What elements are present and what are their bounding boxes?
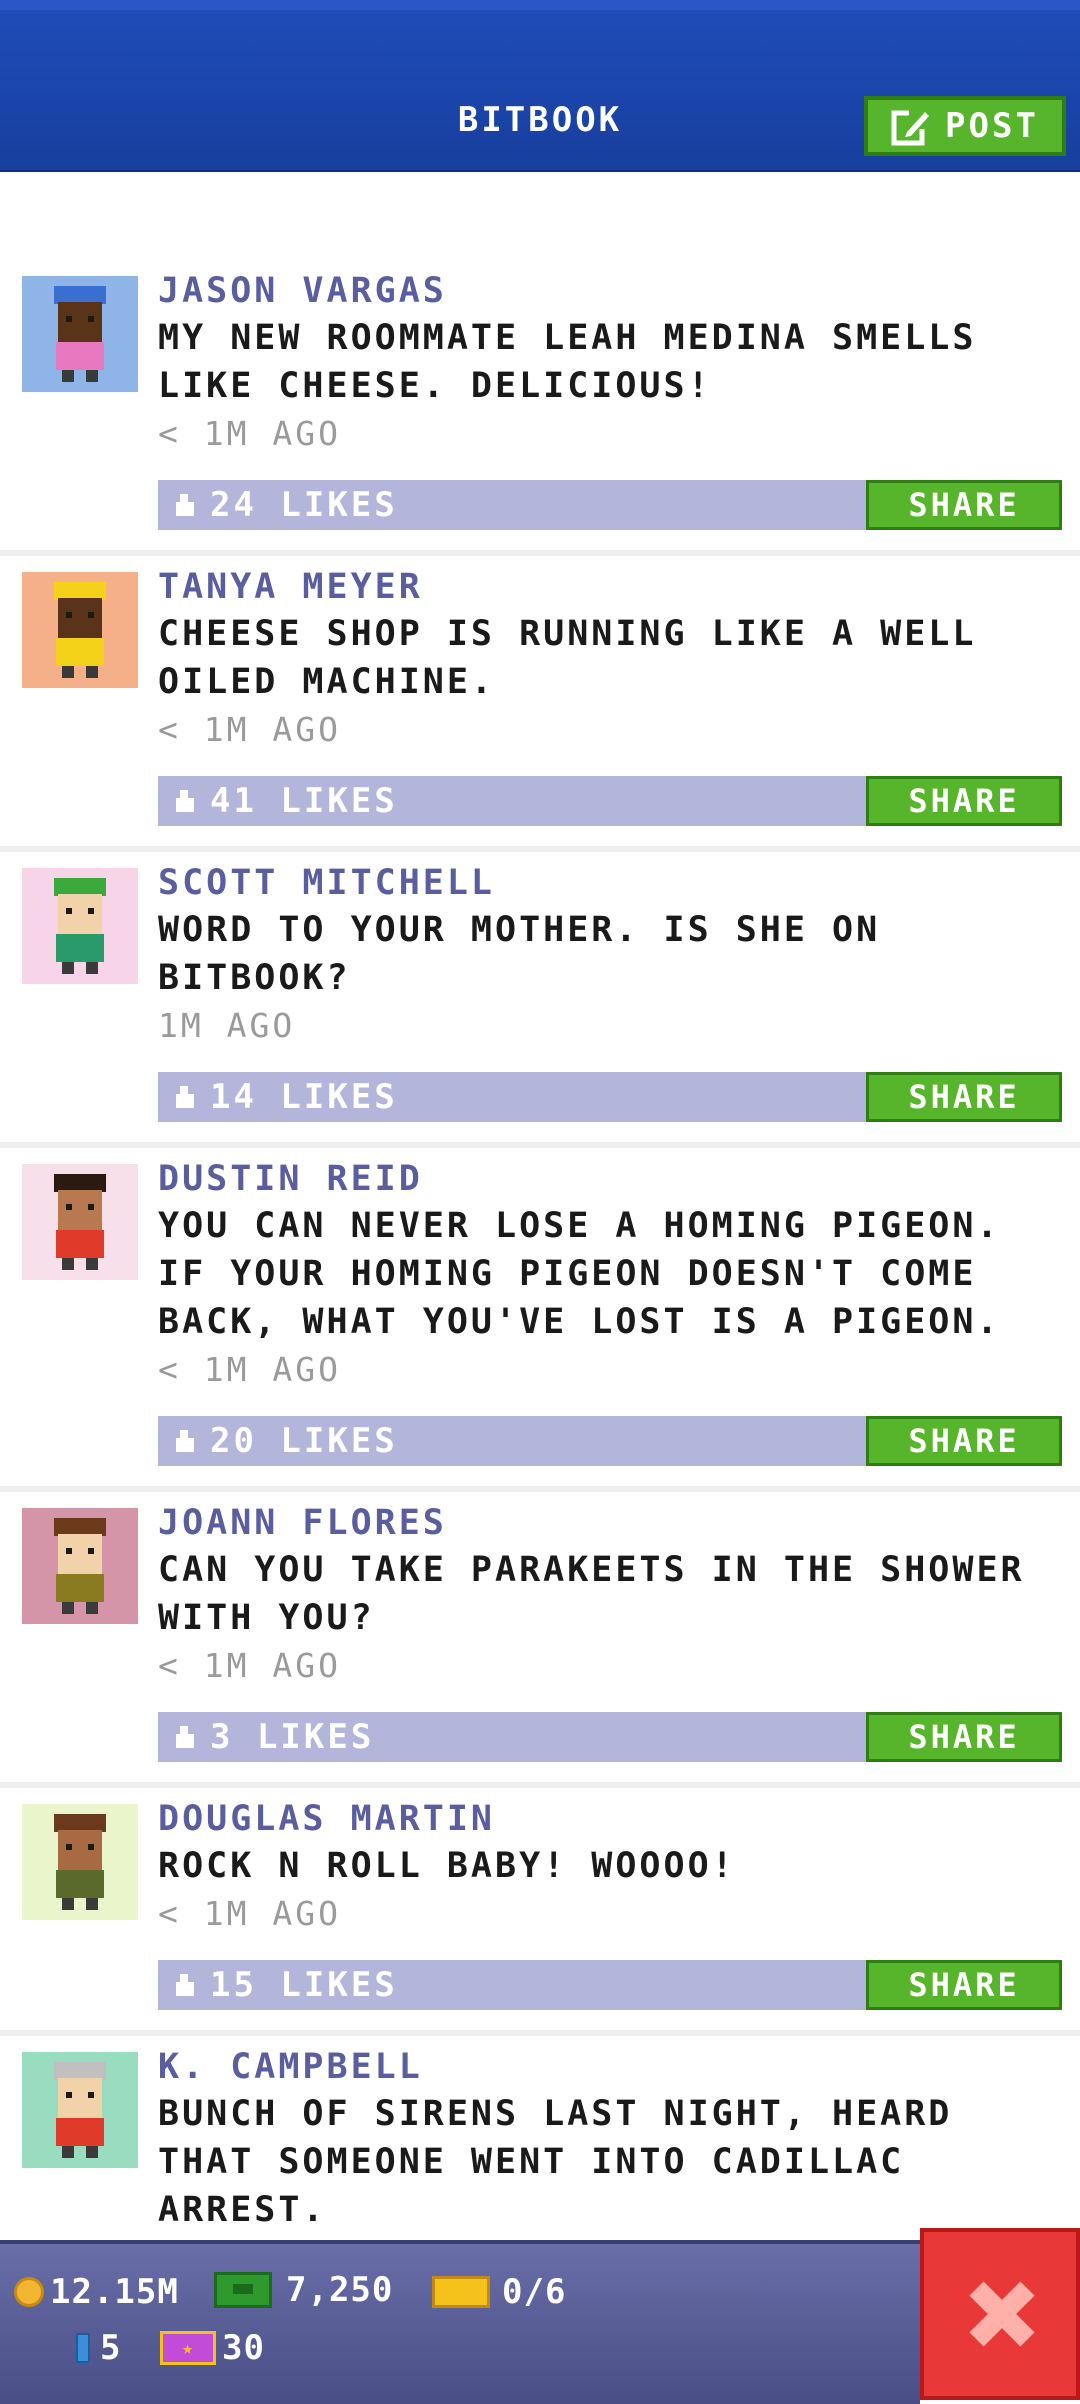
feed-post: JASON VARGAS MY NEW ROOMMATE LEAH MEDINA … — [0, 260, 1080, 556]
avatar[interactable] — [22, 1508, 138, 1624]
share-button[interactable]: SHARE — [866, 480, 1062, 530]
share-button[interactable]: SHARE — [866, 1416, 1062, 1466]
likes-count: 14 LIKES — [210, 1077, 398, 1117]
tickets-value: 0/6 — [502, 2272, 567, 2312]
feed-post: K. CAMPBELL BUNCH OF SIRENS LAST NIGHT, H… — [0, 2036, 1080, 2240]
likes-count: 41 LIKES — [210, 781, 398, 821]
post-timestamp: < 1M AGO — [158, 1350, 341, 1389]
ticket-icon — [432, 2276, 490, 2308]
post-actions: 14 LIKES SHARE — [158, 1072, 1063, 1122]
post-timestamp: 1M AGO — [158, 1006, 296, 1045]
coins-value: 12.15M — [50, 2272, 179, 2312]
post-actions: 15 LIKES SHARE — [158, 1960, 1063, 2010]
feed-post: SCOTT MITCHELL WORD TO YOUR MOTHER. IS SH… — [0, 852, 1080, 1148]
bux-counter: 7,250 — [214, 2270, 393, 2310]
likes-count: 3 LIKES — [210, 1717, 375, 1757]
coins-counter: 12.15M — [14, 2272, 179, 2312]
feed-post: TANYA MEYER CHEESE SHOP IS RUNNING LIKE A… — [0, 556, 1080, 852]
avatar[interactable] — [22, 1164, 138, 1280]
likes-count: 15 LIKES — [210, 1965, 398, 2005]
bux-icon — [214, 2272, 272, 2308]
avatar[interactable] — [22, 572, 138, 688]
post-timestamp: < 1M AGO — [158, 414, 341, 453]
avatar[interactable] — [22, 868, 138, 984]
avatar[interactable] — [22, 2052, 138, 2168]
status-bar: 12.15M 7,250 0/6 5 ★ 30 — [0, 2240, 920, 2404]
feed-post: DOUGLAS MARTIN ROCK N ROLL BABY! WOOOO! < … — [0, 1788, 1080, 2036]
like-button[interactable]: 24 LIKES — [158, 480, 868, 530]
share-button[interactable]: SHARE — [866, 776, 1062, 826]
post-text: WORD TO YOUR MOTHER. IS SHE ON BITBOOK? — [158, 910, 881, 998]
token-icon — [76, 2333, 90, 2363]
vip-counter: ★ 30 — [160, 2328, 265, 2368]
tickets-counter: 0/6 — [432, 2272, 566, 2312]
like-button[interactable]: 15 LIKES — [158, 1960, 868, 2010]
coin-icon — [14, 2277, 44, 2307]
post-author[interactable]: DOUGLAS MARTIN — [158, 1796, 1080, 1842]
avatar[interactable] — [22, 1804, 138, 1920]
post-timestamp: < 1M AGO — [158, 1646, 341, 1685]
thumbs-up-icon — [170, 1970, 200, 2000]
post-button[interactable]: POST — [864, 96, 1066, 156]
share-button[interactable]: SHARE — [866, 1712, 1062, 1762]
post-author[interactable]: TANYA MEYER — [158, 564, 1080, 610]
post-text: MY NEW ROOMMATE LEAH MEDINA SMELLS LIKE … — [158, 318, 977, 406]
post-actions: 20 LIKES SHARE — [158, 1416, 1063, 1466]
thumbs-up-icon — [170, 490, 200, 520]
share-button[interactable]: SHARE — [866, 1960, 1062, 2010]
post-actions: 3 LIKES SHARE — [158, 1712, 1063, 1762]
post-button-label: POST — [945, 106, 1039, 146]
edit-icon — [891, 106, 931, 146]
post-text: BUNCH OF SIRENS LAST NIGHT, HEARD THAT S… — [158, 2094, 953, 2230]
thumbs-up-icon — [170, 1082, 200, 1112]
post-timestamp: < 1M AGO — [158, 1894, 341, 1933]
like-button[interactable]: 3 LIKES — [158, 1712, 868, 1762]
post-text: ROCK N ROLL BABY! WOOOO! — [158, 1846, 736, 1886]
post-timestamp: < 1M AGO — [158, 710, 341, 749]
post-text: CAN YOU TAKE PARAKEETS IN THE SHOWER WIT… — [158, 1550, 1025, 1638]
vip-icon: ★ — [160, 2331, 216, 2365]
post-text: CHEESE SHOP IS RUNNING LIKE A WELL OILED… — [158, 614, 977, 702]
post-author[interactable]: JOANN FLORES — [158, 1500, 1080, 1546]
avatar[interactable] — [22, 276, 138, 392]
top-bar: BITBOOK POST — [0, 0, 1080, 172]
post-author[interactable]: DUSTIN REID — [158, 1156, 1080, 1202]
like-button[interactable]: 14 LIKES — [158, 1072, 868, 1122]
post-author[interactable]: K. CAMPBELL — [158, 2044, 1080, 2090]
post-text: YOU CAN NEVER LOSE A HOMING PIGEON. IF Y… — [158, 1206, 1001, 1342]
post-actions: 41 LIKES SHARE — [158, 776, 1063, 826]
feed-post: JOANN FLORES CAN YOU TAKE PARAKEETS IN TH… — [0, 1492, 1080, 1788]
post-actions: 24 LIKES SHARE — [158, 480, 1063, 530]
likes-count: 20 LIKES — [210, 1421, 398, 1461]
post-author[interactable]: JASON VARGAS — [158, 268, 1080, 314]
vip-value: 30 — [222, 2328, 265, 2368]
close-button[interactable] — [920, 2228, 1080, 2400]
thumbs-up-icon — [170, 786, 200, 816]
thumbs-up-icon — [170, 1722, 200, 1752]
share-button[interactable]: SHARE — [866, 1072, 1062, 1122]
like-button[interactable]: 20 LIKES — [158, 1416, 868, 1466]
like-button[interactable]: 41 LIKES — [158, 776, 868, 826]
bux-value: 7,250 — [286, 2270, 394, 2310]
tokens-value: 5 — [100, 2328, 122, 2368]
likes-count: 24 LIKES — [210, 485, 398, 525]
thumbs-up-icon — [170, 1426, 200, 1456]
post-author[interactable]: SCOTT MITCHELL — [158, 860, 1080, 906]
feed[interactable]: JASON VARGAS MY NEW ROOMMATE LEAH MEDINA … — [0, 260, 1080, 2240]
tokens-counter: 5 — [76, 2328, 121, 2368]
feed-post: DUSTIN REID YOU CAN NEVER LOSE A HOMING P… — [0, 1148, 1080, 1492]
